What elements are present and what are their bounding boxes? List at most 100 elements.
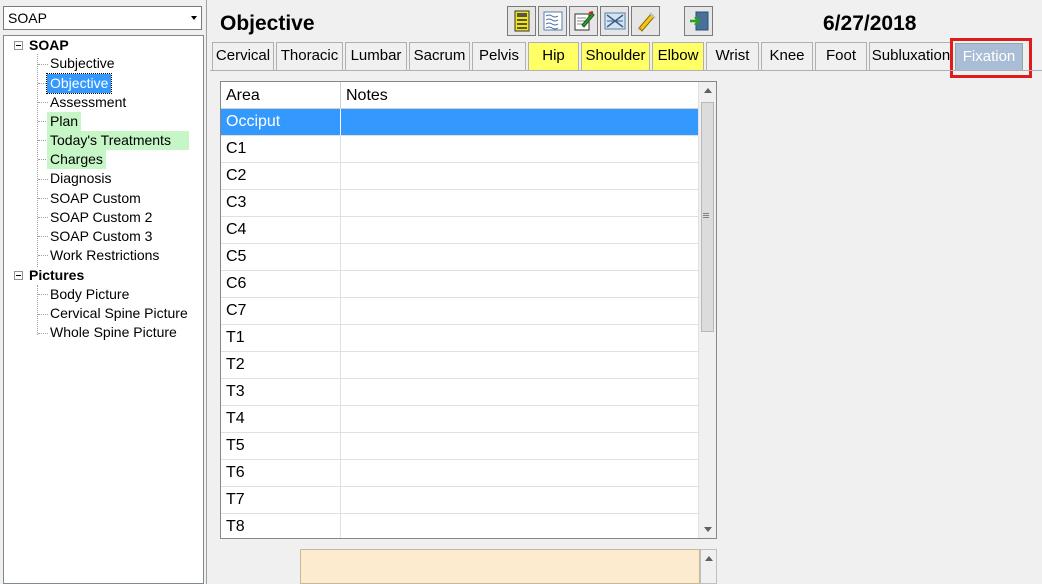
table-row[interactable]: C2 [221,163,698,190]
tab-elbow[interactable]: Elbow [652,42,704,70]
tree-root-soap[interactable]: SOAP [29,36,69,55]
table-row[interactable]: T2 [221,352,698,379]
cell-notes[interactable] [341,190,698,216]
note-type-select[interactable]: SOAP [3,6,202,30]
cell-area[interactable]: T4 [221,406,341,432]
tree-item-work-restrictions[interactable]: Work Restrictions [47,246,162,265]
objective-grid: Area Notes Occiput C1 C2 C3 C4 C5 C6 C7 T1 T2 T3 T4… [220,81,717,539]
tab-foot[interactable]: Foot [815,42,867,70]
cell-notes[interactable] [341,433,698,459]
edit-note-button[interactable] [569,6,598,36]
compare-button[interactable] [600,6,629,36]
cell-notes[interactable] [341,325,698,351]
tree-item-body-picture[interactable]: Body Picture [47,285,132,304]
notes-list-button[interactable] [538,6,567,36]
tree-item-soap-custom-3[interactable]: SOAP Custom 3 [47,227,155,246]
collapse-icon[interactable] [14,271,23,280]
notes-text-area[interactable] [300,549,700,584]
cell-notes[interactable] [341,352,698,378]
cell-notes[interactable] [341,271,698,297]
cell-area[interactable]: C3 [221,190,341,216]
tree-item-soap-custom[interactable]: SOAP Custom [47,189,144,208]
save-button[interactable] [507,6,536,36]
column-header-area[interactable]: Area [221,82,341,109]
collapse-icon[interactable] [14,41,23,50]
table-row[interactable]: T7 [221,487,698,514]
scroll-up-icon[interactable] [705,556,713,561]
tree-root-pictures[interactable]: Pictures [29,266,84,285]
grid-scrollbar[interactable] [698,82,716,538]
tree-item-diagnosis[interactable]: Diagnosis [47,169,114,188]
table-row[interactable]: C5 [221,244,698,271]
cell-area[interactable]: Occiput [221,109,341,135]
tab-subluxation[interactable]: Subluxation [869,42,953,70]
page-title: Objective [220,12,315,35]
tree-item-subjective[interactable]: Subjective [47,54,118,73]
tree-item-cervical-spine-picture[interactable]: Cervical Spine Picture [47,304,191,323]
table-row[interactable]: C7 [221,298,698,325]
table-row[interactable]: C4 [221,217,698,244]
table-row[interactable]: T1 [221,325,698,352]
cell-area[interactable]: T1 [221,325,341,351]
cell-notes[interactable] [341,163,698,189]
left-panel: SOAP SOAP Subjective Objective Assessmen… [0,0,207,584]
cell-area[interactable]: T2 [221,352,341,378]
exit-button[interactable] [684,6,713,36]
table-row[interactable]: C3 [221,190,698,217]
cell-area[interactable]: C7 [221,298,341,324]
tree-item-soap-custom-2[interactable]: SOAP Custom 2 [47,208,155,227]
tree-item-todays-treatments[interactable]: Today's Treatments [47,131,189,150]
cell-area[interactable]: C2 [221,163,341,189]
highlighter-button[interactable] [631,6,660,36]
cell-area[interactable]: T5 [221,433,341,459]
cell-notes[interactable] [341,460,698,486]
table-row[interactable]: T6 [221,460,698,487]
tab-knee[interactable]: Knee [761,42,813,70]
tab-hip[interactable]: Hip [528,42,579,70]
tree-item-objective[interactable]: Objective [45,73,113,94]
tab-lumbar[interactable]: Lumbar [345,42,407,70]
cell-notes[interactable] [341,109,698,135]
cell-area[interactable]: C6 [221,271,341,297]
tab-cervical[interactable]: Cervical [212,42,274,70]
cell-notes[interactable] [341,406,698,432]
cell-notes[interactable] [341,217,698,243]
cell-notes[interactable] [341,487,698,513]
cell-notes[interactable] [341,514,698,538]
table-row[interactable]: Occiput [221,109,698,136]
note-type-select-value: SOAP [8,10,47,26]
column-header-notes[interactable]: Notes [341,82,698,109]
table-row[interactable]: T8 [221,514,698,538]
cell-area[interactable]: T8 [221,514,341,538]
table-row[interactable]: T3 [221,379,698,406]
notes-scrollbar[interactable] [700,549,717,584]
tree-item-whole-spine-picture[interactable]: Whole Spine Picture [47,323,180,342]
cell-area[interactable]: C4 [221,217,341,243]
tab-sacrum[interactable]: Sacrum [409,42,470,70]
tree-item-assessment[interactable]: Assessment [47,93,129,112]
chevron-down-icon[interactable] [191,16,197,20]
cell-area[interactable]: T6 [221,460,341,486]
scroll-up-icon[interactable] [704,88,712,93]
table-row[interactable]: C6 [221,271,698,298]
tab-pelvis[interactable]: Pelvis [472,42,526,70]
cell-notes[interactable] [341,379,698,405]
tab-shoulder[interactable]: Shoulder [581,42,650,70]
cell-area[interactable]: T3 [221,379,341,405]
scroll-down-icon[interactable] [704,527,712,532]
cell-notes[interactable] [341,136,698,162]
table-row[interactable]: T4 [221,406,698,433]
tab-wrist[interactable]: Wrist [706,42,759,70]
table-row[interactable]: C1 [221,136,698,163]
table-row[interactable]: T5 [221,433,698,460]
tab-thoracic[interactable]: Thoracic [276,42,343,70]
cell-notes[interactable] [341,298,698,324]
tree-item-plan[interactable]: Plan [47,112,82,131]
tree-item-charges[interactable]: Charges [47,150,106,169]
highlighter-icon [637,12,656,32]
cell-area[interactable]: C1 [221,136,341,162]
cell-notes[interactable] [341,244,698,270]
save-icon [514,10,529,32]
cell-area[interactable]: T7 [221,487,341,513]
cell-area[interactable]: C5 [221,244,341,270]
